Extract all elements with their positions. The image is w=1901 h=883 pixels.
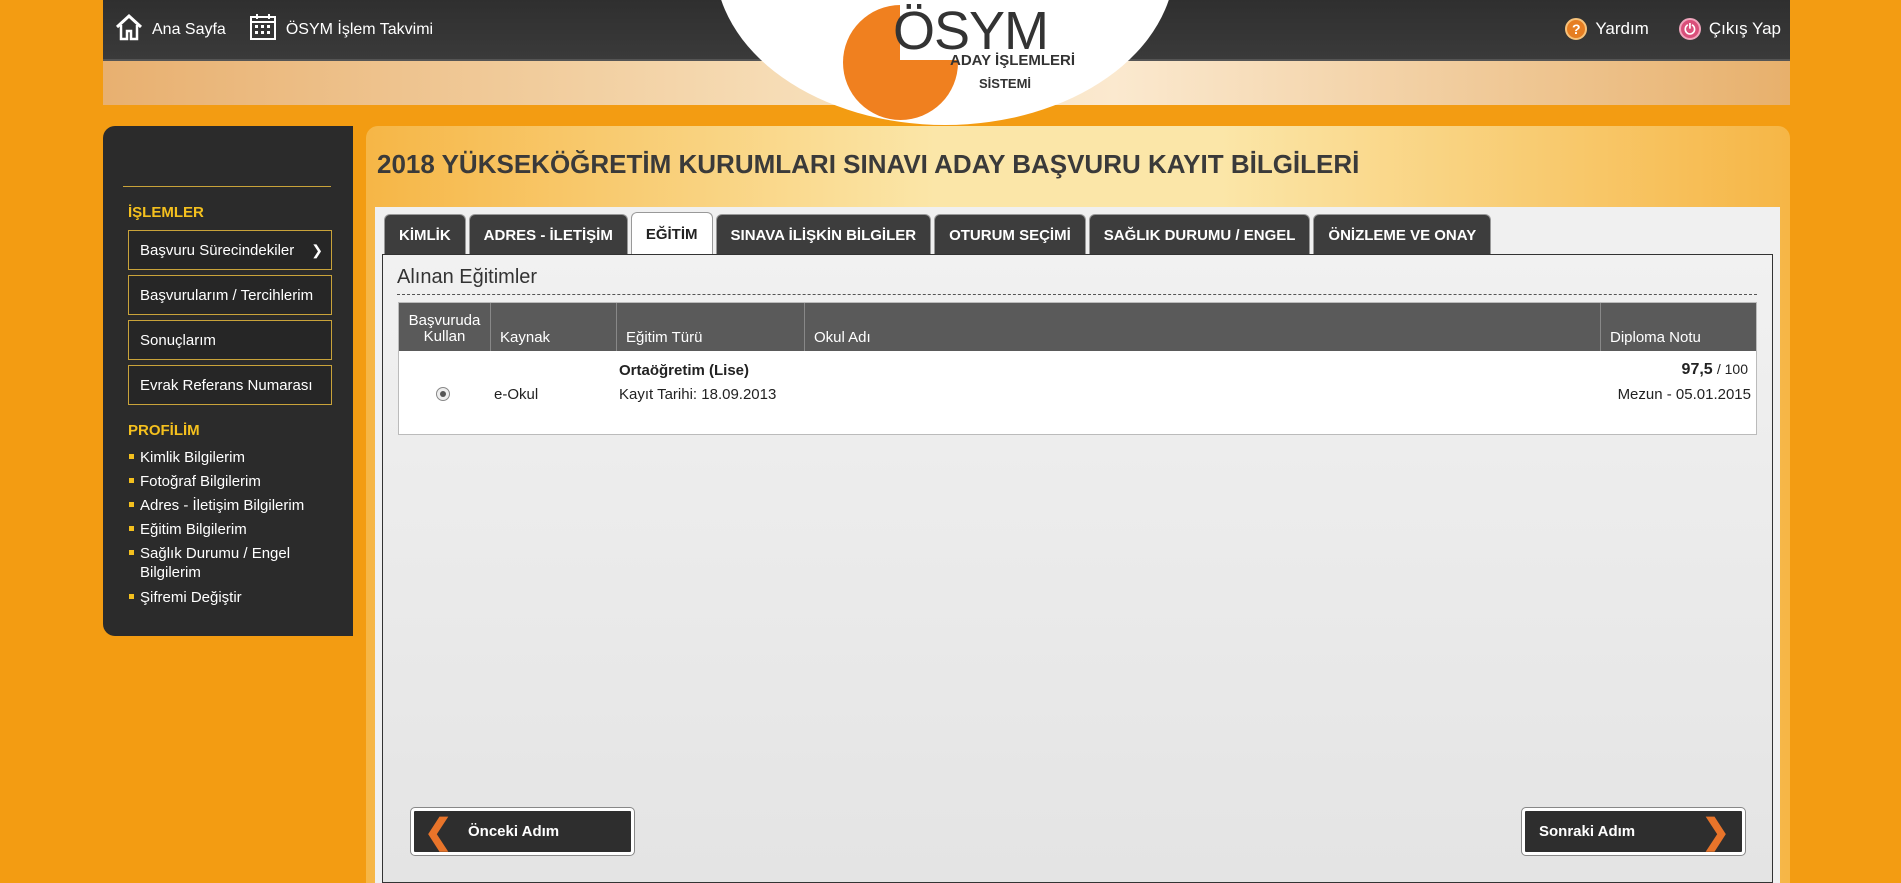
sidebar-link-sifre[interactable]: Şifremi Değiştir <box>128 588 328 607</box>
row-grade: 97,5 / 100 <box>1682 361 1748 379</box>
header-school: Okul Adı <box>805 303 1601 351</box>
sidebar-button-evrak-referans[interactable]: Evrak Referans Numarası <box>128 365 332 405</box>
next-step-button[interactable]: Sonraki Adım ❯ <box>1522 808 1745 855</box>
page-title: 2018 YÜKSEKÖĞRETİM KURUMLARI SINAVI ADAY… <box>377 149 1360 179</box>
sidebar-button-basvurularim[interactable]: Başvurularım / Tercihlerim <box>128 275 332 315</box>
row-registration-date: Kayıt Tarihi: 18.09.2013 <box>619 386 777 403</box>
sidebar-button-basvuru-surecindekiler[interactable]: Başvuru Sürecindekiler ❯ <box>128 230 332 270</box>
sidebar-divider <box>123 186 331 187</box>
tab-egitim[interactable]: EĞİTİM <box>630 212 713 255</box>
top-nav-left: Ana Sayfa ÖSYM İşlem Takvimi <box>114 12 433 47</box>
row-grade-value: 97,5 <box>1681 361 1713 378</box>
sidebar-button-label: Başvuru Sürecindekiler <box>140 241 295 259</box>
tab-oturum-secimi[interactable]: OTURUM SEÇİMİ <box>934 214 1086 255</box>
chevron-right-icon: ❯ <box>1701 813 1731 851</box>
calendar-label: ÖSYM İşlem Takvimi <box>285 20 434 38</box>
section-title: Alınan Eğitimler <box>397 266 538 288</box>
sidebar-button-label: Evrak Referans Numarası <box>140 376 313 394</box>
header-grade: Diploma Notu <box>1610 329 1701 346</box>
logo-subtitle-1: ADAY İŞLEMLERİ <box>950 52 1076 69</box>
header-use-line1: Başvuruda <box>408 312 481 329</box>
top-nav-right: ? Yardım ⏻ Çıkış Yap <box>1565 18 1781 40</box>
use-in-application-radio[interactable] <box>436 387 450 401</box>
tab-sinava-iliskin[interactable]: SINAVA İLİŞKİN BİLGİLER <box>715 214 932 255</box>
chevron-left-icon: ❮ <box>424 813 453 851</box>
sidebar: İŞLEMLER Başvuru Sürecindekiler ❯ Başvur… <box>103 126 353 636</box>
previous-step-label: Önceki Adım <box>468 823 560 840</box>
home-link[interactable]: Ana Sayfa <box>114 12 226 47</box>
next-step-label: Sonraki Adım <box>1539 823 1636 840</box>
row-graduation: Mezun - 05.01.2015 <box>1617 386 1751 403</box>
help-link[interactable]: ? Yardım <box>1565 18 1649 40</box>
tab-adres-iletisim[interactable]: ADRES - İLETİŞİM <box>468 214 628 255</box>
section-divider <box>397 294 1757 295</box>
row-grade-max: / 100 <box>1716 361 1748 377</box>
header-source: Kaynak <box>491 303 617 351</box>
sidebar-heading-profilim: PROFİLİM <box>128 422 200 439</box>
exit-label: Çıkış Yap <box>1708 19 1781 38</box>
chevron-right-icon: ❯ <box>311 242 323 258</box>
sidebar-button-label: Sonuçlarım <box>140 331 216 349</box>
header-type: Eğitim Türü <box>617 303 805 351</box>
sidebar-button-sonuclarim[interactable]: Sonuçlarım <box>128 320 332 360</box>
education-table: Başvuruda Kullan Kaynak Eğitim Türü Okul … <box>398 302 1757 435</box>
logo-subtitle-2: SİSTEMİ <box>979 76 1032 91</box>
calendar-link[interactable]: ÖSYM İşlem Takvimi <box>248 12 433 47</box>
tab-bar: KİMLİK ADRES - İLETİŞİM EĞİTİM SINAVA İL… <box>384 212 1492 255</box>
header-use-line2: Kullan <box>423 328 466 345</box>
row-type: Ortaöğretim (Lise) <box>619 362 750 379</box>
power-icon: ⏻ <box>1678 18 1701 40</box>
exit-link[interactable]: ⏻ Çıkış Yap <box>1678 18 1781 40</box>
tab-kimlik[interactable]: KİMLİK <box>384 214 466 255</box>
sidebar-link-fotograf[interactable]: Fotoğraf Bilgilerim <box>128 472 328 491</box>
home-icon <box>114 12 144 47</box>
row-source: e-Okul <box>494 386 539 403</box>
header-use: Başvuruda Kullan <box>399 303 491 351</box>
previous-step-button[interactable]: ❮ Önceki Adım <box>411 808 634 855</box>
sidebar-link-egitim[interactable]: Eğitim Bilgilerim <box>128 520 328 539</box>
help-icon: ? <box>1565 18 1588 40</box>
table-header: Başvuruda Kullan Kaynak Eğitim Türü Okul … <box>399 303 1756 351</box>
help-label: Yardım <box>1595 19 1649 38</box>
sidebar-button-label: Başvurularım / Tercihlerim <box>140 286 314 304</box>
sidebar-link-saglik[interactable]: Sağlık Durumu / Engel Bilgilerim <box>128 544 328 582</box>
sidebar-link-adres[interactable]: Adres - İletişim Bilgilerim <box>128 496 328 515</box>
calendar-icon <box>248 12 278 47</box>
home-label: Ana Sayfa <box>152 20 226 38</box>
sidebar-heading-islemler: İŞLEMLER <box>128 204 204 221</box>
tab-onizleme-onay[interactable]: ÖNİZLEME VE ONAY <box>1313 214 1492 255</box>
tab-saglik-durumu[interactable]: SAĞLIK DURUMU / ENGEL <box>1088 214 1311 255</box>
sidebar-link-kimlik[interactable]: Kimlik Bilgilerim <box>128 448 328 467</box>
